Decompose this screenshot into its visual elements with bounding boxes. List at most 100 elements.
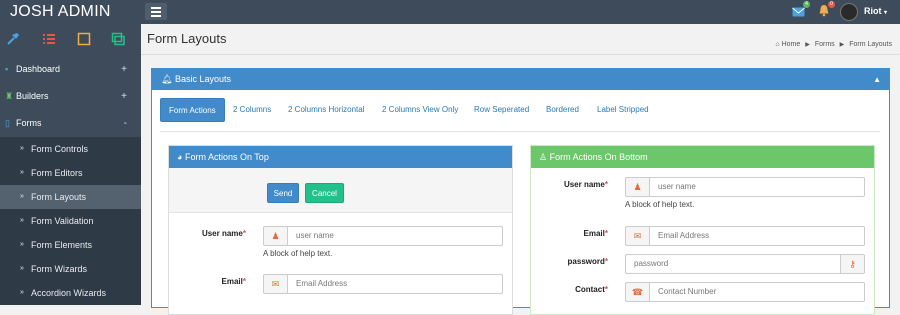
username-input[interactable]: user name [649,177,865,197]
sub-panel-title: Form Actions On Top [184,152,269,162]
label-text: User name [563,180,605,189]
tab-2-columns-horizontal[interactable]: 2 Columns Horizontal [288,98,364,122]
list-icon[interactable] [42,32,56,51]
username-input[interactable]: user name [287,226,503,246]
envelope-icon: ✉ [625,226,649,246]
pin-icon: ♙ [539,152,548,162]
brand-logo[interactable]: JOSH ADMIN [0,0,141,24]
required-mark: * [242,277,246,286]
sidebar-subitem-label: Accordion Wizards [31,288,107,298]
user-icon: ♟ [263,226,287,246]
file-icon: ▯ [5,118,10,128]
user-icon: ♟ [625,177,649,197]
username-label: User name* [189,229,246,238]
password-input[interactable]: password [625,254,841,274]
email-input[interactable]: Email Address [649,226,865,246]
sidebar-subitem-accordion-wizards[interactable]: » Accordion Wizards [0,281,141,305]
forms-submenu: » Form Controls » Form Editors » Form Layou… [0,137,141,305]
sidebar-subitem-label: Form Validation [31,216,94,226]
sidebar-item-label: Forms [16,118,42,128]
alert-count-badge: 0 [828,1,835,8]
key-icon: ⚷ [841,254,865,274]
sidebar: ▪ Dashboard + ♜ Builders + ▯ Forms - » Fo… [0,24,141,305]
menu-toggle-button[interactable] [145,3,167,20]
sidebar-item-forms[interactable]: ▯ Forms - [0,110,141,137]
sidebar-subitem-label: Form Elements [31,240,93,250]
windows-icon[interactable] [111,32,125,51]
breadcrumb-home[interactable]: Home [782,41,801,48]
mail-button[interactable]: 4 [792,1,810,22]
sidebar-subitem-form-elements[interactable]: » Form Elements [0,233,141,257]
tab-label-stripped[interactable]: Label Stripped [597,98,649,122]
sidebar-subitem-form-wizards[interactable]: » Form Wizards [0,257,141,281]
sub-panel-header: ◕ Form Actions On Top [169,146,512,168]
angle-right-icon: » [20,217,24,224]
label-text: password [567,257,605,266]
avatar[interactable] [840,3,858,21]
tab-form-actions[interactable]: Form Actions [160,98,225,122]
hammer-icon[interactable] [6,32,20,51]
email-label: Email* [189,277,246,286]
form-actions-bottom-panel: ♙ Form Actions On Bottom User name* ♟ us… [530,145,875,315]
help-text: A block of help text. [263,249,333,258]
user-menu[interactable]: Riot ▾ [864,6,887,16]
tab-bordered[interactable]: Bordered [546,98,579,122]
panel-header: 🔔︎ Basic Layouts ▲ [152,69,889,90]
home-icon: ⌂ [775,41,780,48]
bell-icon: 🔔︎ [161,74,173,84]
main-content: Form Layouts ⌂ Home ▶ Forms ▶ Form Layou… [141,24,900,315]
basic-layouts-panel: 🔔︎ Basic Layouts ▲ Form Actions 2 Column… [151,68,890,315]
chevron-right-icon: ▶ [805,42,810,48]
send-button[interactable]: Send [267,183,299,203]
sidebar-subitem-form-editors[interactable]: » Form Editors [0,161,141,185]
pie-icon: ◕ [177,152,183,162]
alerts-button[interactable]: 0 [818,1,835,22]
angle-right-icon: » [20,145,24,152]
username-label: User name* [551,180,608,189]
breadcrumb-current: Form Layouts [849,41,892,48]
required-mark: * [604,285,608,294]
sidebar-item-label: Dashboard [16,64,61,74]
sidebar-item-builders[interactable]: ♜ Builders + [0,83,141,110]
expand-icon: + [121,64,127,75]
sidebar-subitem-label: Form Controls [31,144,89,154]
required-mark: * [604,180,608,189]
tabs-divider [160,131,880,132]
label-text: Email [583,229,605,238]
divider [141,54,900,55]
required-mark: * [604,229,608,238]
user-name: Riot [864,6,882,16]
cancel-button[interactable]: Cancel [305,183,344,203]
sub-panel-header: ♙ Form Actions On Bottom [531,146,874,168]
label-text: User name [201,229,243,238]
password-label: password* [551,257,608,266]
collapse-icon: - [123,118,127,129]
sidebar-item-dashboard[interactable]: ▪ Dashboard + [0,56,141,83]
home-icon: ▪ [5,64,9,74]
sidebar-subitem-label: Form Editors [31,168,83,178]
contact-input[interactable]: Contact Number [649,282,865,302]
phone-icon: ☎ [625,282,649,302]
page-title: Form Layouts [147,31,227,46]
sidebar-subitem-form-controls[interactable]: » Form Controls [0,137,141,161]
envelope-icon: ✉ [263,274,287,294]
sidebar-subitem-label: Form Layouts [31,192,87,202]
email-label: Email* [551,229,608,238]
chevron-right-icon: ▶ [839,42,845,48]
expand-icon: + [121,91,127,102]
breadcrumb-forms[interactable]: Forms [815,41,835,48]
email-input[interactable]: Email Address [287,274,503,294]
sidebar-subitem-form-layouts[interactable]: » Form Layouts [0,185,141,209]
label-text: Contact [575,285,605,294]
sub-panel-title: Form Actions On Bottom [549,152,648,162]
chevron-up-icon[interactable]: ▲ [873,69,881,90]
angle-right-icon: » [20,265,24,272]
help-text: A block of help text. [625,200,695,209]
tab-2-columns-view-only[interactable]: 2 Columns View Only [382,98,458,122]
sidebar-subitem-form-validation[interactable]: » Form Validation [0,209,141,233]
form-actions-top-panel: ◕ Form Actions On Top Send Cancel User n… [168,145,513,315]
square-icon[interactable] [77,32,91,51]
contact-label: Contact* [551,285,608,294]
tab-row-seperated[interactable]: Row Seperated [474,98,529,122]
tab-2-columns[interactable]: 2 Columns [233,98,271,122]
